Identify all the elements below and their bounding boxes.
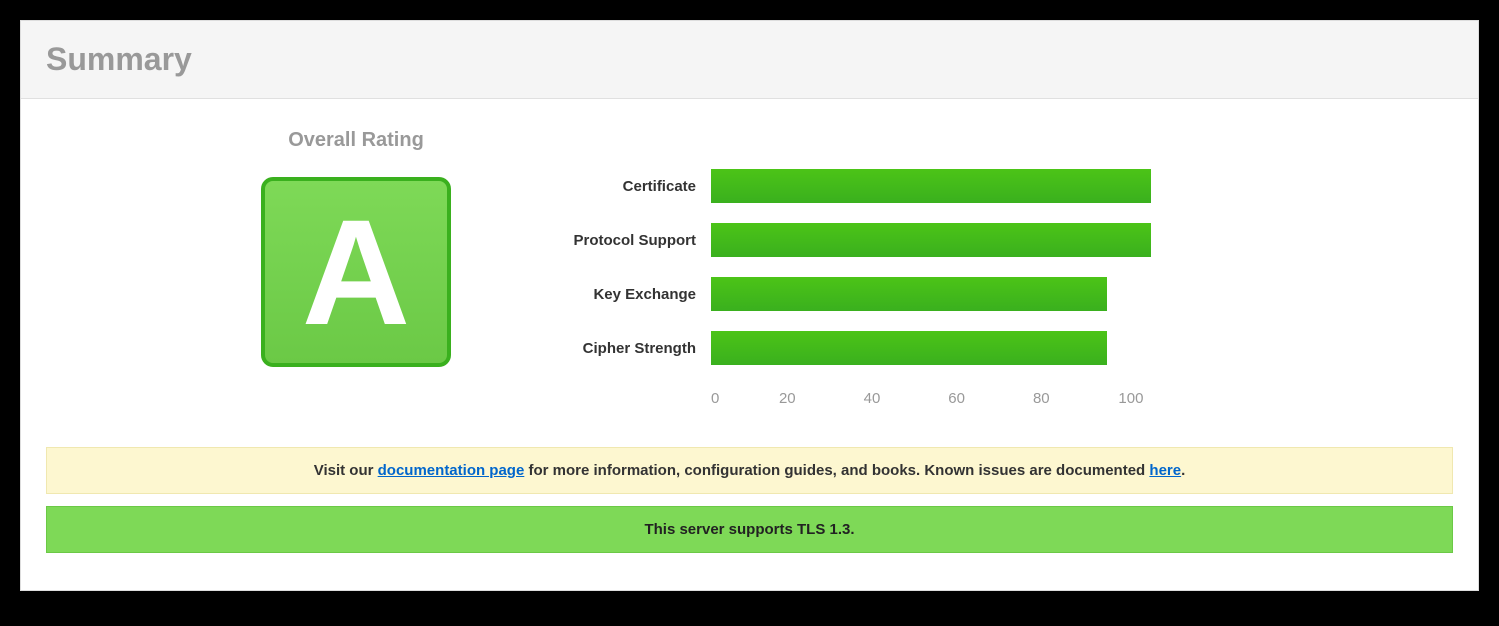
grade-letter: A	[302, 197, 410, 347]
bar-row: Cipher Strength	[511, 331, 1438, 365]
info-text-mid: for more information, configuration guid…	[524, 462, 1149, 479]
tls-text: This server supports TLS 1.3.	[644, 521, 854, 538]
score-chart: Certificate Protocol Support Key Exchange C…	[511, 129, 1438, 407]
summary-header: Summary	[21, 21, 1478, 99]
bar-row: Protocol Support	[511, 223, 1438, 257]
info-text-suffix: .	[1181, 462, 1185, 479]
bar-fill	[711, 277, 1107, 311]
bar-track	[711, 169, 1151, 203]
documentation-link[interactable]: documentation page	[378, 462, 525, 479]
axis-tick: 80	[1033, 390, 1050, 407]
bar-track	[711, 331, 1151, 365]
grade-box: A	[261, 177, 451, 367]
bar-label: Key Exchange	[511, 286, 711, 303]
bar-label: Protocol Support	[511, 232, 711, 249]
overall-rating-section: Overall Rating A	[61, 129, 451, 407]
bar-row: Key Exchange	[511, 277, 1438, 311]
bar-label: Cipher Strength	[511, 340, 711, 357]
axis-tick: 40	[864, 390, 881, 407]
bar-row: Certificate	[511, 169, 1438, 203]
bar-label: Certificate	[511, 178, 711, 195]
rating-label: Overall Rating	[261, 129, 451, 152]
bar-track	[711, 223, 1151, 257]
bar-fill	[711, 331, 1107, 365]
info-text-prefix: Visit our	[314, 462, 378, 479]
bar-fill	[711, 223, 1151, 257]
info-banner: Visit our documentation page for more in…	[46, 447, 1453, 494]
axis-tick: 100	[1118, 390, 1143, 407]
bar-fill	[711, 169, 1151, 203]
axis-tick: 60	[948, 390, 965, 407]
bar-track	[711, 277, 1151, 311]
tls-banner: This server supports TLS 1.3.	[46, 506, 1453, 553]
known-issues-link[interactable]: here	[1149, 462, 1181, 479]
chart-axis: 0 20 40 60 80 100	[711, 385, 1151, 407]
page-title: Summary	[46, 41, 1453, 78]
axis-tick: 0	[711, 390, 719, 407]
axis-tick: 20	[779, 390, 796, 407]
